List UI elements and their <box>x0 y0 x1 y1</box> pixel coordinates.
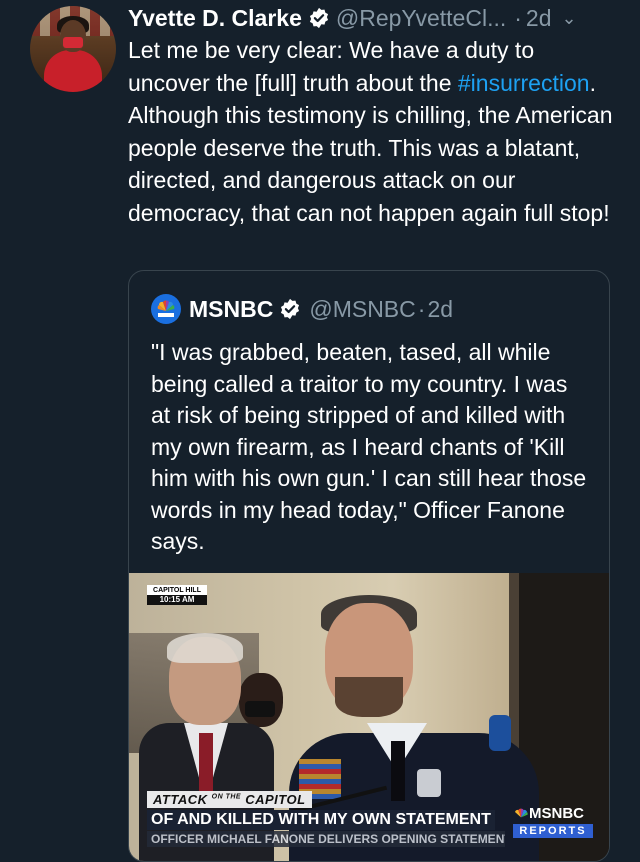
tweet-header: Yvette D. Clarke @RepYvetteCl... · 2d ⌄ <box>128 2 630 34</box>
network-name-row: MSNBC <box>513 805 593 822</box>
quoted-author-handle[interactable]: @MSNBC <box>309 296 415 323</box>
avatar-mask <box>63 37 83 48</box>
video-thumbnail[interactable]: CAPITOL HILL 10:15 AM ATTACK ON THE CAPI… <box>129 573 609 861</box>
officer-shoulder-patch <box>489 715 511 751</box>
tweet-body: Let me be very clear: We have a duty to … <box>128 34 618 229</box>
lower-third: ATTACK ON THE CAPITOL OF AND KILLED WITH… <box>147 791 505 847</box>
peacock-icon <box>515 808 528 817</box>
quoted-author-name[interactable]: MSNBC <box>189 296 273 323</box>
network-sub: REPORTS <box>513 824 593 838</box>
network-bug: MSNBC REPORTS <box>513 805 593 838</box>
background-person-mask <box>245 701 275 717</box>
author-handle[interactable]: @RepYvetteCl... <box>336 5 506 32</box>
background-person <box>239 673 283 727</box>
author-name[interactable]: Yvette D. Clarke <box>128 5 302 32</box>
verified-badge-icon <box>281 298 300 320</box>
segment-tag-left: ATTACK <box>153 792 208 807</box>
time-label: 10:15 AM <box>147 595 207 605</box>
quoted-tweet-header: MSNBC @MSNBC · 2d <box>151 293 453 325</box>
quoted-tweet-timestamp[interactable]: 2d <box>427 296 453 323</box>
verified-badge-icon <box>309 7 328 29</box>
location-label: CAPITOL HILL <box>153 587 201 594</box>
caption-sub: STATEMENT <box>395 811 491 828</box>
man-left-hair <box>167 633 243 663</box>
segment-tag-right: CAPITOL <box>245 792 306 807</box>
location-bug: CAPITOL HILL 10:15 AM <box>147 585 207 605</box>
avatar-person-body <box>44 50 102 92</box>
subline-text: OFFICER MICHAEL FANONE DELIVERS OPENING … <box>147 831 505 847</box>
author-avatar[interactable] <box>30 6 116 92</box>
chevron-down-icon[interactable]: ⌄ <box>562 8 577 29</box>
caption-text: OF AND KILLED WITH MY OWN <box>151 811 391 828</box>
quoted-tweet-body: "I was grabbed, beaten, tased, all while… <box>151 339 587 554</box>
msnbc-peacock-avatar-icon[interactable] <box>151 294 181 324</box>
quoted-header-separator: · <box>417 295 426 322</box>
network-name: MSNBC <box>529 805 584 822</box>
caption-line: OF AND KILLED WITH MY OWN STATEMENT <box>147 810 495 830</box>
officer-beard <box>335 677 403 717</box>
header-separator: · <box>514 4 522 31</box>
quoted-tweet[interactable]: MSNBC @MSNBC · 2d "I was grabbed, beaten… <box>128 270 610 862</box>
segment-tag-on: ON THE <box>211 793 242 801</box>
segment-tag: ATTACK ON THE CAPITOL <box>147 791 312 808</box>
tweet-timestamp[interactable]: 2d <box>526 5 552 32</box>
hashtag-link[interactable]: #insurrection <box>458 70 590 96</box>
